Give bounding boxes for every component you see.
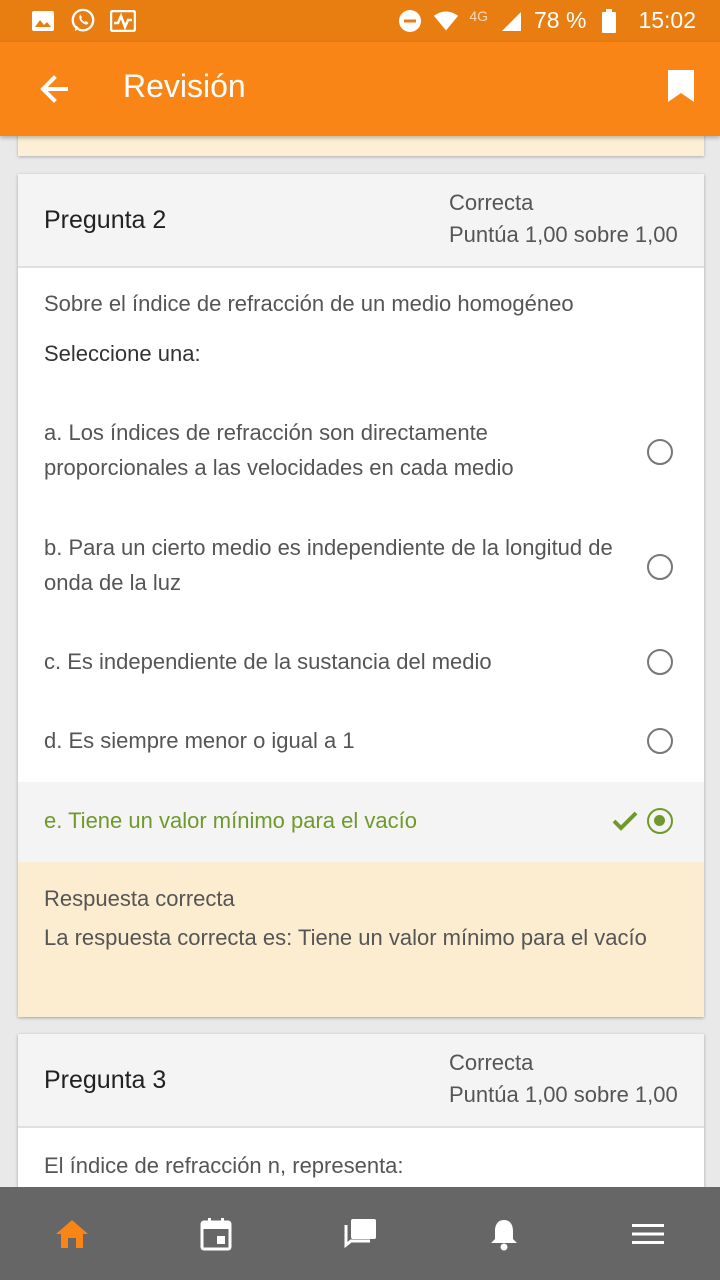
wifi-icon bbox=[433, 8, 459, 34]
question-header: Pregunta 2 Correcta Puntúa 1,00 sobre 1,… bbox=[18, 174, 704, 268]
feedback-panel: Respuesta correcta La respuesta correcta… bbox=[18, 862, 704, 1017]
answer-option-c[interactable]: c. Es independiente de la sustancia del … bbox=[18, 642, 704, 682]
nav-messages[interactable] bbox=[288, 1187, 432, 1280]
calendar-icon bbox=[200, 1217, 232, 1250]
select-prompt: Seleccione una: bbox=[44, 341, 201, 366]
back-arrow-icon bbox=[40, 75, 68, 103]
home-icon bbox=[56, 1219, 88, 1248]
option-label: c. Es independiente de la sustancia del … bbox=[44, 649, 492, 674]
option-label: b. Para un cierto medio es independiente… bbox=[44, 535, 613, 595]
question-header: Pregunta 3 Correcta Puntúa 1,00 sobre 1,… bbox=[18, 1034, 704, 1128]
messages-icon bbox=[344, 1218, 376, 1248]
nav-calendar[interactable] bbox=[144, 1187, 288, 1280]
gallery-icon bbox=[30, 8, 56, 34]
answer-option-e[interactable]: e. Tiene un valor mínimo para el vacío bbox=[18, 782, 704, 862]
radio-button[interactable] bbox=[647, 728, 673, 754]
radio-button-selected[interactable] bbox=[647, 808, 673, 834]
question-card: Pregunta 2 Correcta Puntúa 1,00 sobre 1,… bbox=[18, 174, 704, 1017]
option-label: a. Los índices de refracción son directa… bbox=[44, 420, 514, 480]
question-title: Pregunta 3 bbox=[44, 1066, 167, 1094]
menu-icon bbox=[632, 1223, 664, 1244]
back-button[interactable] bbox=[36, 69, 76, 109]
radio-button[interactable] bbox=[647, 439, 673, 465]
question-grade: Puntúa 1,00 sobre 1,00 bbox=[449, 1082, 678, 1107]
option-label: d. Es siempre menor o igual a 1 bbox=[44, 728, 355, 753]
battery-percent: 78 % bbox=[534, 7, 587, 33]
network-type: 4G bbox=[469, 7, 488, 24]
app-bar: Revisión bbox=[0, 42, 720, 136]
question-title: Pregunta 2 bbox=[44, 206, 167, 234]
bottom-navigation bbox=[0, 1187, 720, 1280]
answer-option-b[interactable]: b. Para un cierto medio es independiente… bbox=[18, 527, 704, 607]
question-state: Correcta bbox=[449, 190, 534, 215]
page-title: Revisión bbox=[123, 68, 246, 104]
previous-feedback-panel bbox=[18, 136, 704, 156]
nav-menu[interactable] bbox=[576, 1187, 720, 1280]
status-bar: 4G 78 % 15:02 bbox=[0, 0, 720, 42]
activity-icon bbox=[110, 8, 136, 34]
option-label: e. Tiene un valor mínimo para el vacío bbox=[44, 808, 417, 833]
battery-icon bbox=[596, 8, 622, 34]
signal-icon bbox=[498, 8, 524, 34]
correct-check-icon bbox=[612, 811, 638, 831]
dnd-icon bbox=[397, 8, 423, 34]
answer-option-a[interactable]: a. Los índices de refracción son directa… bbox=[18, 412, 704, 492]
whatsapp-icon bbox=[70, 8, 96, 34]
feedback-text: La respuesta correcta es: Tiene un valor… bbox=[44, 925, 647, 950]
question-state: Correcta bbox=[449, 1050, 534, 1075]
radio-button[interactable] bbox=[647, 554, 673, 580]
bookmark-button[interactable] bbox=[666, 68, 696, 108]
question-card: Pregunta 3 Correcta Puntúa 1,00 sobre 1,… bbox=[18, 1034, 704, 1187]
nav-notifications[interactable] bbox=[432, 1187, 576, 1280]
bookmark-icon bbox=[668, 70, 694, 102]
nav-home[interactable] bbox=[0, 1187, 144, 1280]
question-grade: Puntúa 1,00 sobre 1,00 bbox=[449, 222, 678, 247]
feedback-title: Respuesta correcta bbox=[44, 886, 235, 911]
question-text: El índice de refracción n, representa: bbox=[44, 1153, 404, 1178]
review-content[interactable]: Pregunta 2 Correcta Puntúa 1,00 sobre 1,… bbox=[0, 136, 720, 1187]
radio-button[interactable] bbox=[647, 649, 673, 675]
question-text: Sobre el índice de refracción de un medi… bbox=[44, 291, 574, 316]
bell-icon bbox=[491, 1219, 517, 1250]
clock: 15:02 bbox=[638, 7, 696, 33]
answer-option-d[interactable]: d. Es siempre menor o igual a 1 bbox=[18, 722, 704, 762]
